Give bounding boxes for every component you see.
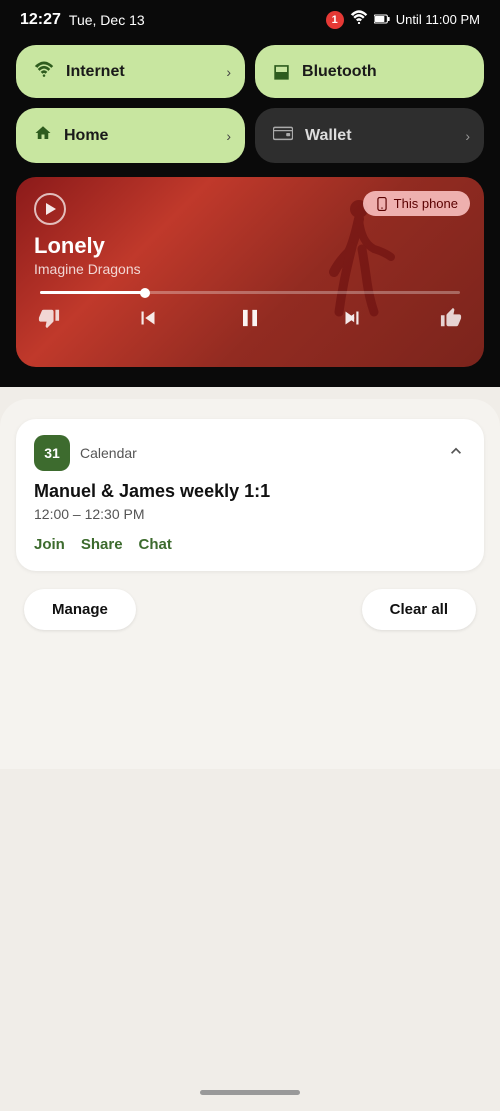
status-date: Tue, Dec 13: [69, 12, 145, 28]
bottom-action-buttons: Manage Clear all: [16, 585, 484, 630]
progress-track: [40, 291, 460, 294]
wallet-chevron-icon: ›: [465, 128, 470, 144]
home-indicator: [200, 1090, 300, 1095]
progress-handle: [140, 288, 150, 298]
wallet-label: Wallet: [305, 127, 352, 145]
wifi-icon: [350, 10, 368, 29]
home-icon: [34, 124, 52, 147]
thumbs-up-button[interactable]: [440, 307, 462, 329]
status-time: 12:27: [20, 11, 61, 29]
calendar-app-name: Calendar: [80, 445, 137, 461]
clear-all-button[interactable]: Clear all: [362, 589, 476, 630]
qs-tile-internet[interactable]: Internet ›: [16, 45, 245, 98]
status-left: 12:27 Tue, Dec 13: [20, 11, 145, 29]
share-button[interactable]: Share: [81, 536, 123, 553]
notification-area: 31 Calendar Manuel & James weekly 1:1 12…: [0, 399, 500, 769]
music-player: This phone Lonely Imagine Dragons: [16, 177, 484, 367]
notification-header: 31 Calendar: [34, 435, 466, 471]
bluetooth-icon: ⬓: [273, 61, 290, 82]
music-play-indicator: [34, 193, 66, 225]
calendar-app-icon: 31: [34, 435, 70, 471]
qs-tile-bluetooth[interactable]: ⬓ Bluetooth: [255, 45, 484, 98]
internet-chevron-icon: ›: [226, 64, 231, 80]
thumbs-down-button[interactable]: [38, 307, 60, 329]
manage-button[interactable]: Manage: [24, 589, 136, 630]
home-chevron-icon: ›: [226, 128, 231, 144]
music-progress-bar[interactable]: [34, 291, 466, 294]
bluetooth-label: Bluetooth: [302, 63, 377, 81]
battery-icon: [374, 12, 390, 28]
progress-fill: [40, 291, 145, 294]
wifi-qs-icon: [34, 61, 54, 82]
status-bar: 12:27 Tue, Dec 13 1: [0, 0, 500, 37]
home-label: Home: [64, 127, 108, 145]
event-time: 12:00 – 12:30 PM: [34, 506, 466, 522]
internet-label: Internet: [66, 63, 125, 81]
skip-back-button[interactable]: [135, 305, 161, 331]
chat-button[interactable]: Chat: [139, 536, 172, 553]
notification-actions: Join Share Chat: [34, 536, 466, 553]
quick-settings: Internet › ⬓ Bluetooth Home ›: [0, 37, 500, 173]
pause-button[interactable]: [236, 304, 264, 332]
notification-badge: 1: [326, 11, 344, 29]
notification-header-left: 31 Calendar: [34, 435, 137, 471]
calendar-notification-card: 31 Calendar Manuel & James weekly 1:1 12…: [16, 419, 484, 571]
battery-text: Until 11:00 PM: [396, 12, 480, 27]
this-phone-badge: This phone: [363, 191, 470, 216]
status-right: 1 Until 11:00 PM: [326, 10, 480, 29]
qs-tile-home[interactable]: Home ›: [16, 108, 245, 163]
qs-tile-wallet[interactable]: Wallet ›: [255, 108, 484, 163]
join-button[interactable]: Join: [34, 536, 65, 553]
expand-notification-button[interactable]: [446, 441, 466, 466]
event-title: Manuel & James weekly 1:1: [34, 481, 466, 502]
wallet-icon: [273, 125, 293, 146]
